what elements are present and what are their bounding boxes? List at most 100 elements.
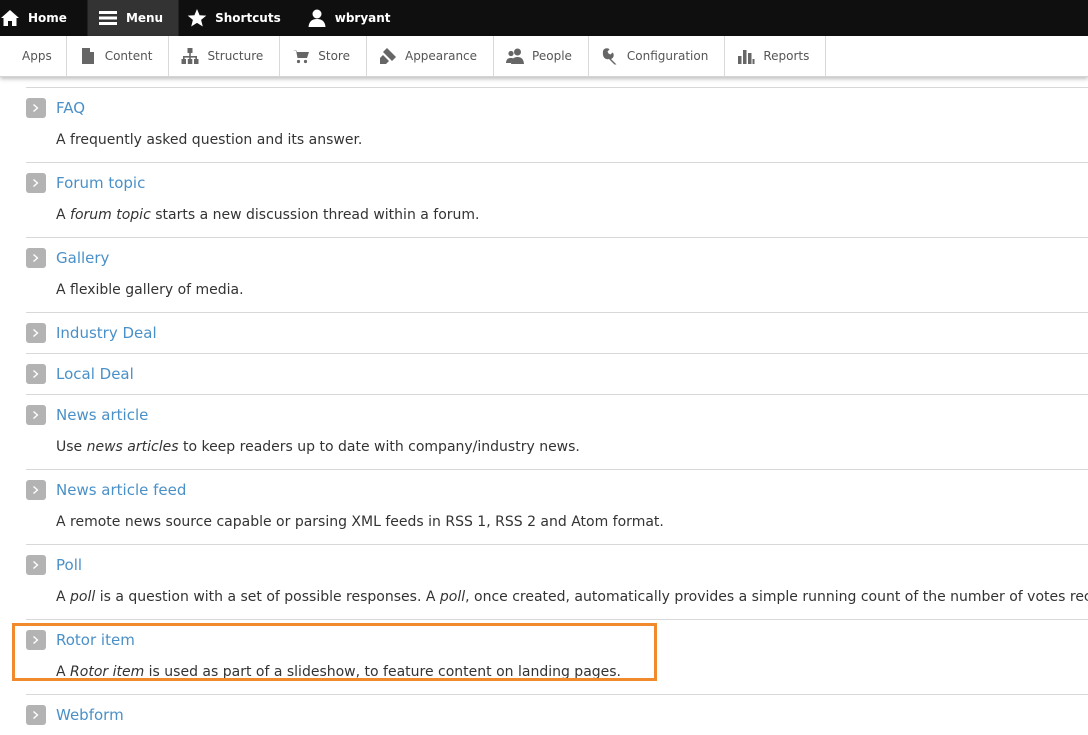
description-fragment: news articles <box>86 439 179 455</box>
list-item: Rotor item A Rotor item is used as part o… <box>26 619 1088 694</box>
content-type-link[interactable]: Industry Deal <box>56 324 157 342</box>
toolbar-shortcuts-label: Shortcuts <box>215 11 281 25</box>
chevron-right-icon[interactable] <box>26 405 46 425</box>
star-icon <box>187 8 207 28</box>
home-icon <box>0 8 20 28</box>
description-fragment: A frequently asked question and its answ… <box>56 132 363 148</box>
toolbar-user[interactable]: wbryant <box>307 0 403 36</box>
description-fragment: to keep readers up to date with company/… <box>178 439 580 455</box>
content-type-link[interactable]: News article feed <box>56 481 186 499</box>
admin-toolbar: Home Menu Shortcuts wbryant <box>0 0 1088 36</box>
description-fragment: starts a new discussion thread within a … <box>150 207 480 223</box>
description-fragment: Use <box>56 439 87 455</box>
content-type-description: Use news articles to keep readers up to … <box>26 435 1088 469</box>
list-item-title-row: Poll <box>26 545 1088 585</box>
content-type-link[interactable]: Local Deal <box>56 365 134 383</box>
toolbar-user-label: wbryant <box>334 11 391 25</box>
content-type-description: A flexible gallery of media. <box>26 278 1088 312</box>
chevron-right-icon[interactable] <box>26 364 46 384</box>
list-item: News article Use news articles to keep re… <box>26 394 1088 469</box>
content-type-link[interactable]: Webform <box>56 706 124 724</box>
content-type-list: FAQ A frequently asked question and its a… <box>26 87 1088 735</box>
tray-item-structure[interactable]: Structure <box>169 36 281 76</box>
description-fragment: A flexible gallery of media. <box>56 282 244 298</box>
content-type-list-region: FAQ A frequently asked question and its a… <box>0 77 1088 735</box>
chevron-right-icon[interactable] <box>26 248 46 268</box>
description-fragment: Rotor item <box>70 664 145 680</box>
list-item-title-row: News article <box>26 395 1088 435</box>
tray-item-label: Appearance <box>404 49 478 63</box>
content-type-link[interactable]: Rotor item <box>56 631 135 649</box>
tray-item-label: Structure <box>207 49 264 63</box>
content-type-link[interactable]: Poll <box>56 556 82 574</box>
list-item: Industry Deal <box>26 312 1088 353</box>
hamburger-icon <box>98 8 118 28</box>
chevron-right-icon[interactable] <box>26 630 46 650</box>
list-item-title-row: News article feed <box>26 470 1088 510</box>
list-item: News article feed A remote news source ca… <box>26 469 1088 544</box>
content-type-link[interactable]: News article <box>56 406 148 424</box>
content-type-link[interactable]: Gallery <box>56 249 109 267</box>
list-item: FAQ A frequently asked question and its a… <box>26 87 1088 162</box>
toolbar-home[interactable]: Home <box>0 0 79 36</box>
toolbar-shortcuts[interactable]: Shortcuts <box>187 0 293 36</box>
content-type-link[interactable]: Forum topic <box>56 174 145 192</box>
list-item: Local Deal <box>26 353 1088 394</box>
people-icon <box>506 47 525 65</box>
description-fragment: A <box>56 589 71 605</box>
content-type-description: A frequently asked question and its answ… <box>26 128 1088 162</box>
list-item: Gallery A flexible gallery of media. <box>26 237 1088 312</box>
chevron-right-icon[interactable] <box>26 323 46 343</box>
tray-item-label: People <box>532 49 572 63</box>
content-type-description: A remote news source capable or parsing … <box>26 510 1088 544</box>
list-item-title-row: Gallery <box>26 238 1088 278</box>
tray-item-reports[interactable]: Reports <box>725 36 827 76</box>
description-fragment: forum topic <box>70 207 151 223</box>
tray-item-label: Configuration <box>626 49 709 63</box>
chevron-right-icon[interactable] <box>26 555 46 575</box>
document-icon <box>79 47 97 65</box>
description-fragment: is used as part of a slideshow, to featu… <box>144 664 622 680</box>
list-item-title-row: FAQ <box>26 88 1088 128</box>
content-type-link[interactable]: FAQ <box>56 99 85 117</box>
structure-icon <box>181 47 199 65</box>
tray-item-label: Apps <box>22 49 52 63</box>
description-fragment: A <box>56 207 71 223</box>
description-fragment: poll <box>70 589 96 605</box>
list-item-title-row: Webform <box>26 695 1088 735</box>
tray-item-apps[interactable]: Apps <box>0 36 67 76</box>
list-item-title-row: Rotor item <box>26 620 1088 660</box>
list-item: Webform <box>26 694 1088 735</box>
description-fragment: A remote news source capable or parsing … <box>56 514 664 530</box>
description-fragment: is a question with a set of possible res… <box>95 589 440 605</box>
chevron-right-icon[interactable] <box>26 98 46 118</box>
chevron-right-icon[interactable] <box>26 480 46 500</box>
toolbar-menu-label: Menu <box>125 11 164 25</box>
chevron-right-icon[interactable] <box>26 705 46 725</box>
list-item-title-row: Local Deal <box>26 354 1088 394</box>
list-item: Forum topic A forum topic starts a new di… <box>26 162 1088 237</box>
toolbar-menu[interactable]: Menu <box>86 0 180 36</box>
tray-item-store[interactable]: Store <box>280 36 367 76</box>
list-item: Poll A poll is a question with a set of p… <box>26 544 1088 619</box>
chevron-right-icon[interactable] <box>26 173 46 193</box>
description-fragment: poll <box>439 589 466 605</box>
content-type-description: A poll is a question with a set of possi… <box>26 585 1088 619</box>
tray-item-people[interactable]: People <box>494 36 589 76</box>
description-fragment: A <box>56 664 71 680</box>
wrench-icon <box>601 47 619 65</box>
tray-item-appearance[interactable]: Appearance <box>367 36 495 76</box>
tray-item-content[interactable]: Content <box>67 36 170 76</box>
bar-chart-icon <box>737 47 755 65</box>
admin-tray: Apps Content Structure Store Appearance … <box>0 36 1088 77</box>
description-fragment: , once created, automatically provides a… <box>465 589 1088 605</box>
tray-item-label: Content <box>104 49 153 63</box>
list-item-title-row: Industry Deal <box>26 313 1088 353</box>
user-icon <box>307 8 327 28</box>
tray-item-configuration[interactable]: Configuration <box>589 36 726 76</box>
content-type-description: A forum topic starts a new discussion th… <box>26 203 1088 237</box>
tray-item-label: Reports <box>763 49 810 63</box>
cart-icon <box>292 47 310 65</box>
content-type-description: A Rotor item is used as part of a slides… <box>26 660 1088 694</box>
tray-item-label: Store <box>318 49 350 63</box>
